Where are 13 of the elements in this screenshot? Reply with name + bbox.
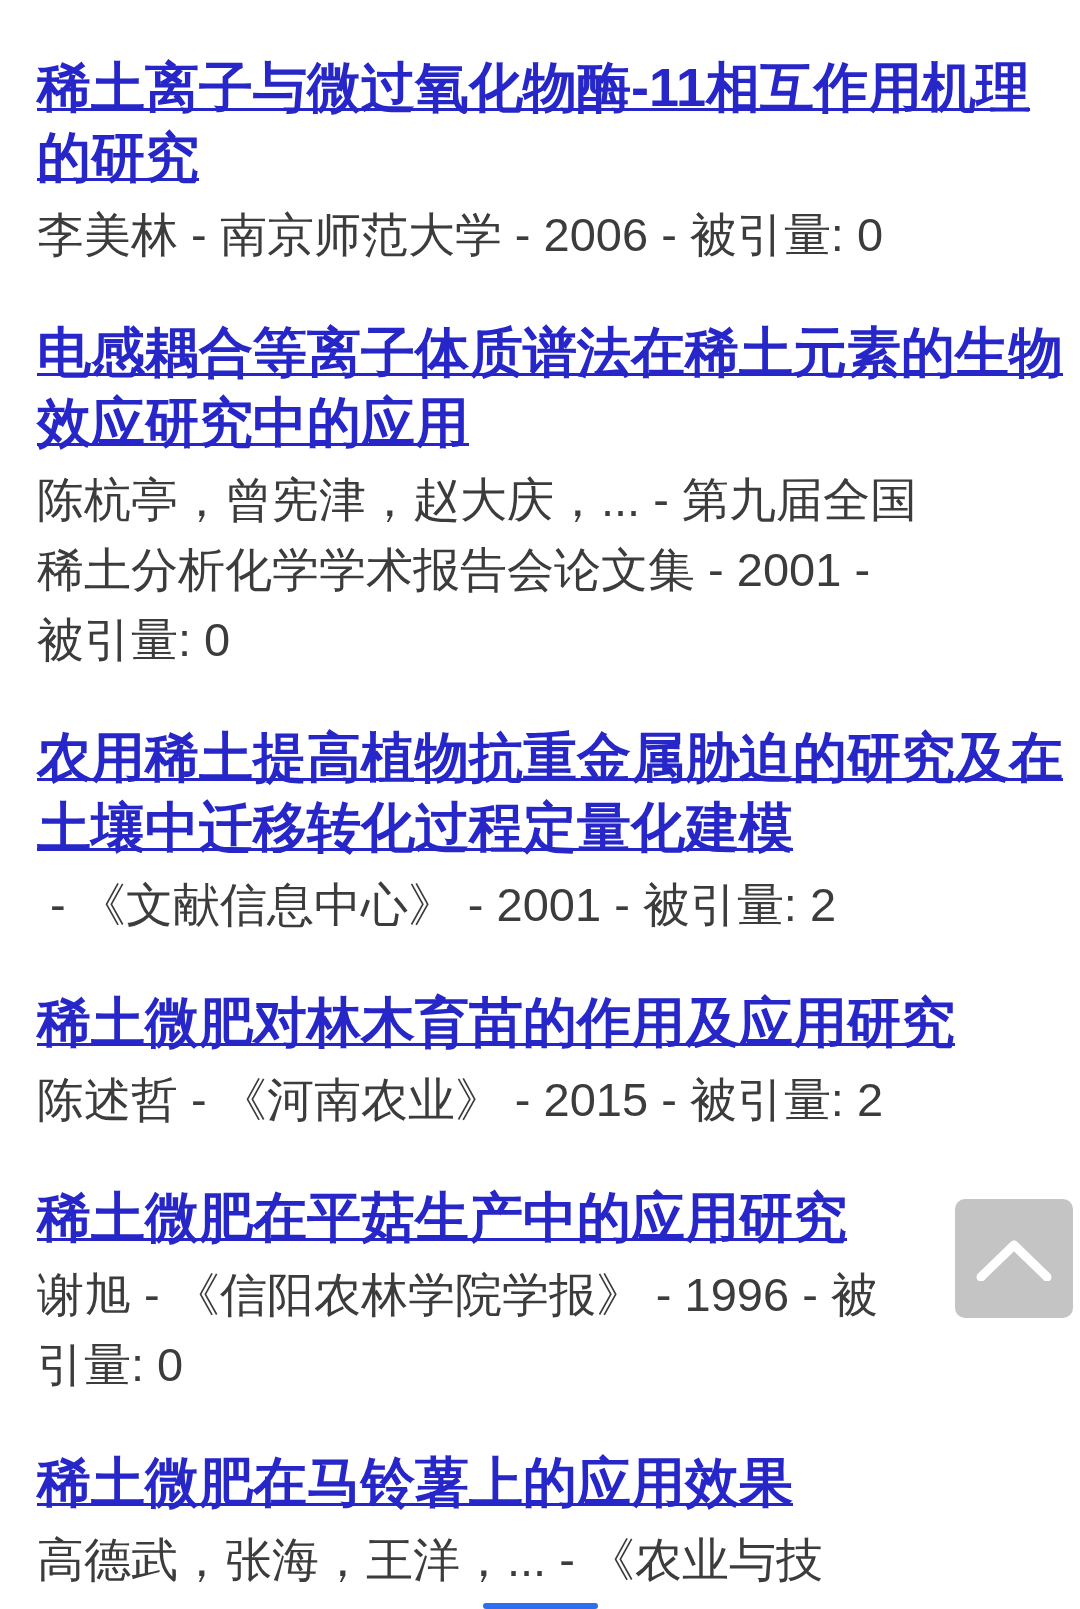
- back-to-top-button[interactable]: [955, 1199, 1073, 1318]
- result-title-link[interactable]: 稀土微肥在平菇生产中的应用研究: [37, 1182, 1074, 1252]
- result-title-link[interactable]: 稀土微肥对林木育苗的作用及应用研究: [37, 987, 1074, 1057]
- result-meta-text: 陈述哲 - 《河南农业》 - 2015 - 被引量: 2: [37, 1072, 885, 1128]
- result-meta-text: 李美林 - 南京师范大学 - 2006 - 被引量: 0: [37, 207, 885, 263]
- result-title-link[interactable]: 电感耦合等离子体质谱法在稀土元素的生物效应研究中的应用: [37, 317, 1074, 457]
- result-title-link[interactable]: 稀土微肥在马铃薯上的应用效果: [37, 1447, 1074, 1517]
- result-title-link[interactable]: 稀土离子与微过氧化物酶-11相互作用机理的研究: [37, 52, 1074, 192]
- result-meta-text: 陈杭亭，曾宪津，赵大庆，... - 第九届全国稀土分析化学学术报告会论文集 - 2001 - 被引量: 0: [37, 472, 918, 668]
- result-title-link[interactable]: 农用稀土提高植物抗重金属胁迫的研究及在土壤中迁移转化过程定量化建模: [37, 722, 1074, 862]
- result-meta-text: 高德武，张海，王洋，... - 《农业与技: [37, 1532, 824, 1588]
- result-meta-text: - 《文献信息中心》 - 2001 - 被引量: 2: [49, 877, 838, 933]
- result-meta-text: 谢旭 - 《信阳农林学院学报》 - 1996 - 被引量: 0: [37, 1267, 879, 1393]
